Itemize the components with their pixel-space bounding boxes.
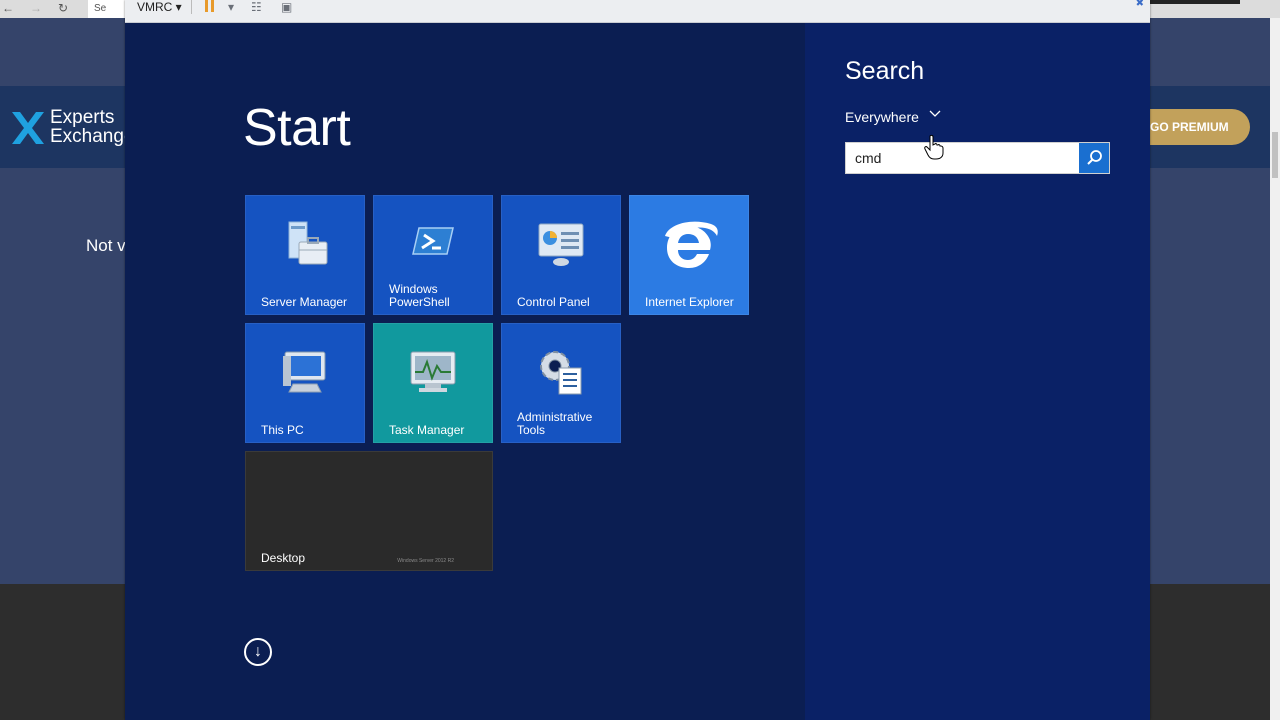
hand-cursor-icon <box>924 134 944 160</box>
chevron-down-icon[interactable]: ▾ <box>228 0 234 14</box>
internet-explorer-icon <box>665 221 718 268</box>
tile-administrative-tools[interactable]: Administrative Tools <box>501 323 621 443</box>
control-panel-icon <box>538 223 584 266</box>
reload-icon[interactable]: ↻ <box>58 1 68 15</box>
browser-tab-fragment[interactable]: Se <box>88 0 128 18</box>
search-panel: Search Everywhere <box>805 23 1150 720</box>
search-icon <box>1087 150 1102 165</box>
pause-icon[interactable] <box>205 0 208 12</box>
all-apps-arrow-icon[interactable]: ↓ <box>244 638 272 666</box>
send-keys-icon[interactable]: ☷ <box>251 0 262 14</box>
page-text-fragment: Not v <box>86 236 126 255</box>
search-title: Search <box>845 57 925 85</box>
toolbar-divider <box>191 0 192 14</box>
vmrc-toolbar: VMRC ▾ ▾ ☷ ▣ ✖ <box>125 0 1150 23</box>
tile-label: Control Panel <box>517 295 590 309</box>
close-icon[interactable]: ✖ <box>1136 0 1144 9</box>
tile-label: Server Manager <box>261 295 348 309</box>
task-manager-icon <box>410 351 456 392</box>
vmrc-window: VMRC ▾ ▾ ☷ ▣ ✖ Start Server Manager Wind… <box>125 0 1150 720</box>
tile-label: Administrative Tools <box>517 410 593 437</box>
tile-label: Task Manager <box>389 423 465 437</box>
logo-line-1: Experts <box>50 107 115 128</box>
search-box <box>845 142 1110 174</box>
tile-label: Internet Explorer <box>645 295 734 309</box>
search-scope-dropdown[interactable]: Everywhere <box>845 109 919 125</box>
tile-server-manager[interactable]: Server Manager <box>245 195 365 315</box>
logo-line-2: Exchange <box>50 126 135 147</box>
vmrc-menu[interactable]: VMRC ▾ <box>137 0 182 14</box>
tile-label: Windows PowerShell <box>389 282 450 309</box>
experts-exchange-logo-icon <box>12 112 44 144</box>
tile-task-manager[interactable]: Task Manager <box>373 323 493 443</box>
tile-internet-explorer[interactable]: Internet Explorer <box>629 195 749 315</box>
tile-label: This PC <box>261 423 304 437</box>
fullscreen-icon[interactable]: ▣ <box>281 0 292 14</box>
tile-windows-powershell[interactable]: Windows PowerShell <box>373 195 493 315</box>
start-title: Start <box>243 99 351 157</box>
chevron-down-icon[interactable] <box>929 108 941 118</box>
tile-control-panel[interactable]: Control Panel <box>501 195 621 315</box>
back-icon[interactable]: ← <box>2 1 14 15</box>
admin-tools-icon <box>540 351 582 395</box>
tile-this-pc[interactable]: This PC <box>245 323 365 443</box>
site-logo-text[interactable]: Experts Exchange <box>50 108 135 146</box>
forward-icon[interactable]: → <box>30 1 42 15</box>
page-scrollbar[interactable] <box>1270 18 1280 720</box>
tile-label: Desktop <box>261 551 306 565</box>
powershell-icon <box>412 227 454 255</box>
start-screen: Start Server Manager Windows PowerShell <box>125 23 805 720</box>
search-input[interactable] <box>846 143 1080 173</box>
tile-desktop[interactable]: Windows Server 2012 R2 Desktop <box>245 451 493 571</box>
computer-icon <box>283 351 326 393</box>
search-button[interactable] <box>1079 143 1109 173</box>
server-manager-icon <box>288 221 328 265</box>
scrollbar-thumb[interactable] <box>1272 132 1278 178</box>
